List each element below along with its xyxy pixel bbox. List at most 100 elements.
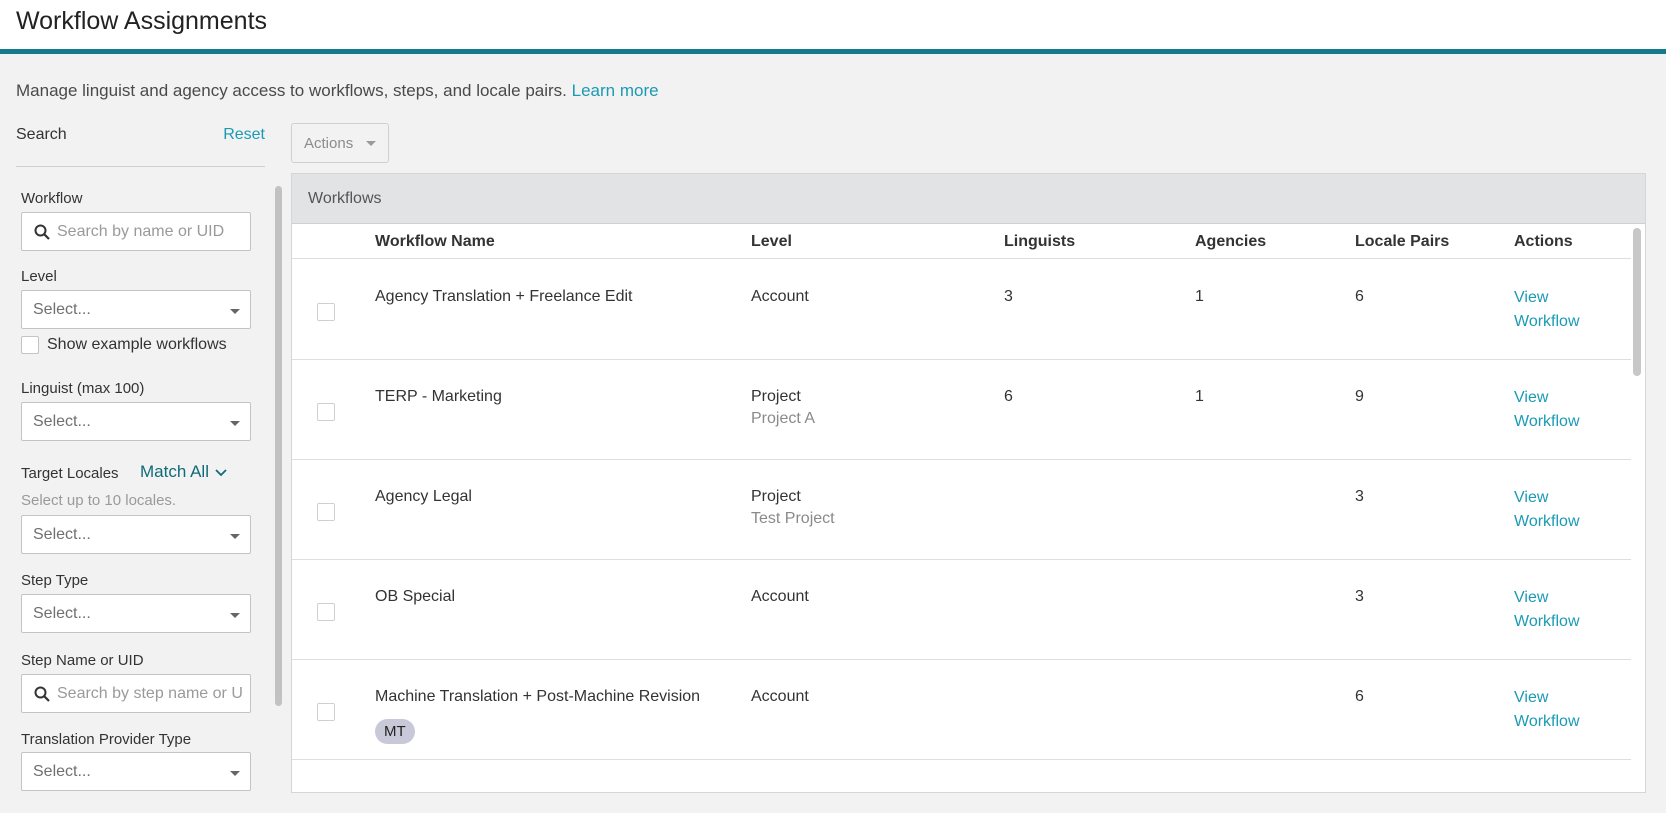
provider-type-label: Translation Provider Type bbox=[21, 731, 192, 748]
level-select-value: Select... bbox=[33, 301, 91, 318]
step-type-label: Step Type bbox=[21, 572, 89, 589]
workflow-filter-label: Workflow bbox=[21, 190, 83, 207]
view-workflow-link-line2: Workflow bbox=[1514, 613, 1580, 630]
view-workflow-link[interactable]: View Workflow bbox=[1514, 686, 1580, 734]
locale-pairs-count: 3 bbox=[1355, 588, 1364, 605]
learn-more-link[interactable]: Learn more bbox=[572, 81, 659, 100]
agencies-count: 1 bbox=[1195, 388, 1204, 405]
column-header-workflow-name[interactable]: Workflow Name bbox=[375, 233, 495, 251]
panel-title: Workflows bbox=[308, 190, 382, 207]
view-workflow-link-line1: View bbox=[1514, 389, 1549, 406]
linguist-select-value: Select... bbox=[33, 413, 91, 430]
step-name-search-input[interactable]: Search by step name or UID bbox=[21, 674, 251, 713]
table-row: TERP - Marketing Project Project A 6 1 9 … bbox=[292, 360, 1631, 460]
target-locales-label: Target Locales bbox=[21, 465, 119, 482]
workflow-name: TERP - Marketing bbox=[375, 388, 502, 405]
search-header: Search Reset bbox=[16, 126, 265, 144]
column-header-linguists[interactable]: Linguists bbox=[1004, 233, 1075, 251]
linguist-filter-label: Linguist (max 100) bbox=[21, 380, 145, 397]
workflow-name: Agency Translation + Freelance Edit bbox=[375, 288, 633, 305]
view-workflow-link-line2: Workflow bbox=[1514, 713, 1580, 730]
level-select[interactable]: Select... bbox=[21, 290, 251, 329]
level-value: Project bbox=[751, 488, 801, 505]
level-value: Account bbox=[751, 688, 809, 705]
column-header-actions: Actions bbox=[1514, 233, 1573, 250]
row-checkbox[interactable] bbox=[317, 503, 335, 521]
step-type-value: Select... bbox=[33, 605, 91, 622]
match-all-toggle[interactable]: Match All bbox=[140, 462, 227, 482]
provider-type-value: Select... bbox=[33, 763, 91, 780]
show-examples-checkbox[interactable] bbox=[21, 336, 39, 354]
column-header-agencies[interactable]: Agencies bbox=[1195, 233, 1266, 251]
actions-dropdown-label: Actions bbox=[304, 135, 354, 152]
view-workflow-link-line1: View bbox=[1514, 689, 1549, 706]
row-checkbox[interactable] bbox=[317, 703, 335, 721]
target-locales-value: Select... bbox=[33, 526, 91, 543]
locale-pairs-count: 6 bbox=[1355, 688, 1364, 705]
level-cell: Project Project A bbox=[751, 388, 815, 428]
caret-down-icon bbox=[230, 534, 240, 539]
target-locales-select[interactable]: Select... bbox=[21, 515, 251, 554]
table-scrollbar[interactable] bbox=[1633, 228, 1641, 376]
top-bar: Workflow Assignments bbox=[0, 0, 1666, 54]
step-name-label: Step Name or UID bbox=[21, 652, 144, 669]
view-workflow-link-line1: View bbox=[1514, 289, 1549, 306]
intro-text: Manage linguist and agency access to wor… bbox=[16, 81, 659, 101]
view-workflow-link[interactable]: View Workflow bbox=[1514, 386, 1580, 434]
view-workflow-link-line2: Workflow bbox=[1514, 313, 1580, 330]
level-project-name: Project A bbox=[751, 410, 816, 427]
reset-link[interactable]: Reset bbox=[223, 126, 265, 144]
workflow-name: OB Special bbox=[375, 588, 456, 605]
level-cell: Account bbox=[751, 688, 809, 706]
sidebar-divider bbox=[16, 166, 265, 167]
level-cell: Project Test Project bbox=[751, 488, 835, 528]
show-examples-label: Show example workflows bbox=[47, 336, 227, 354]
level-value: Account bbox=[751, 588, 809, 605]
page-title: Workflow Assignments bbox=[16, 7, 268, 35]
agencies-count: 1 bbox=[1195, 288, 1204, 305]
locale-pairs-count: 6 bbox=[1355, 288, 1364, 305]
level-value: Account bbox=[751, 288, 809, 305]
actions-dropdown[interactable]: Actions bbox=[291, 123, 389, 163]
view-workflow-link-line2: Workflow bbox=[1514, 513, 1580, 530]
caret-down-icon bbox=[230, 309, 240, 314]
linguists-count: 3 bbox=[1004, 288, 1013, 305]
match-all-label: Match All bbox=[140, 462, 209, 481]
view-workflow-link-line1: View bbox=[1514, 489, 1549, 506]
workflow-search-input[interactable]: Search by name or UID bbox=[21, 212, 251, 251]
workflow-search-placeholder: Search by name or UID bbox=[57, 223, 225, 240]
caret-down-icon bbox=[230, 613, 240, 618]
level-cell: Account bbox=[751, 588, 809, 606]
table-row: Agency Translation + Freelance Edit Acco… bbox=[292, 260, 1631, 360]
search-icon bbox=[34, 686, 50, 702]
view-workflow-link[interactable]: View Workflow bbox=[1514, 586, 1580, 634]
column-header-level[interactable]: Level bbox=[751, 233, 792, 251]
target-locales-hint: Select up to 10 locales. bbox=[21, 492, 177, 509]
view-workflow-link-line2: Workflow bbox=[1514, 413, 1580, 430]
view-workflow-link[interactable]: View Workflow bbox=[1514, 486, 1580, 534]
caret-down-icon bbox=[230, 421, 240, 426]
caret-down-icon bbox=[230, 771, 240, 776]
level-cell: Account bbox=[751, 288, 809, 306]
table-row: Agency Legal Project Test Project 3 View W… bbox=[292, 460, 1631, 560]
table-row: Machine Translation + Post-Machine Revis… bbox=[292, 660, 1631, 760]
caret-down-icon bbox=[366, 141, 376, 146]
view-workflow-link[interactable]: View Workflow bbox=[1514, 286, 1580, 334]
provider-type-select[interactable]: Select... bbox=[21, 752, 251, 791]
intro-description: Manage linguist and agency access to wor… bbox=[16, 81, 567, 100]
column-header-locale-pairs[interactable]: Locale Pairs bbox=[1355, 233, 1449, 251]
level-project-name: Test Project bbox=[751, 510, 835, 527]
level-filter-label: Level bbox=[21, 268, 57, 285]
table-row: OB Special Account 3 View Workflow bbox=[292, 560, 1631, 660]
row-checkbox[interactable] bbox=[317, 603, 335, 621]
show-examples-row: Show example workflows bbox=[21, 336, 227, 354]
locale-pairs-count: 9 bbox=[1355, 388, 1364, 405]
sidebar-scrollbar[interactable] bbox=[275, 186, 282, 706]
view-workflow-link-line1: View bbox=[1514, 589, 1549, 606]
row-checkbox[interactable] bbox=[317, 403, 335, 421]
row-checkbox[interactable] bbox=[317, 303, 335, 321]
workflows-panel: Workflows Workflow Name Level Linguists … bbox=[291, 173, 1646, 793]
linguist-select[interactable]: Select... bbox=[21, 402, 251, 441]
workflow-name: Machine Translation + Post-Machine Revis… bbox=[375, 688, 701, 705]
step-type-select[interactable]: Select... bbox=[21, 594, 251, 633]
